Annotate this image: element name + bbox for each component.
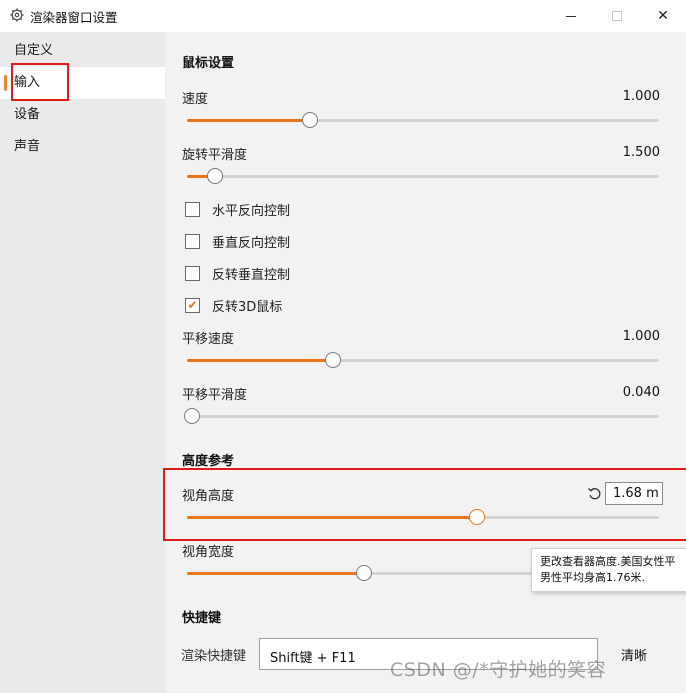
checkbox-label: 反转垂直控制 [212, 267, 291, 283]
pan-smooth-value: 0.040 [622, 385, 660, 400]
pan-smooth-slider[interactable] [183, 407, 659, 425]
tooltip: 更改查看器高度.美国女性平 男性平均身高1.76米. [531, 548, 686, 592]
slider-fill [187, 572, 364, 575]
close-icon: ✕ [657, 8, 669, 24]
sidebar-item-label: 自定义 [14, 43, 54, 58]
sidebar-item-label: 声音 [14, 139, 41, 154]
pan-speed-label: 平移速度 [182, 332, 235, 347]
eye-width-label: 视角宽度 [182, 545, 235, 560]
rotate-smooth-slider[interactable] [187, 167, 659, 185]
checkbox-box[interactable]: ✔ [185, 297, 200, 313]
slider-thumb[interactable] [183, 408, 200, 424]
pan-speed-value: 1.000 [622, 329, 660, 344]
slider-thumb[interactable] [356, 565, 372, 581]
watermark: CSDN @/*守护她的笑容 [390, 659, 607, 681]
close-button[interactable]: ✕ [640, 0, 686, 32]
window-title: 渲染器窗口设置 [30, 10, 118, 25]
pan-smooth-label: 平移平滑度 [182, 388, 248, 403]
speed-slider[interactable] [187, 111, 659, 129]
slider-track [187, 415, 659, 418]
checkbox-label: 水平反向控制 [212, 203, 291, 219]
checkbox-invert-vertical[interactable]: 反转垂直控制 [185, 263, 290, 283]
checkbox-box[interactable] [185, 233, 200, 249]
section-title-height-reference: 高度参考 [182, 454, 235, 469]
tooltip-line: 更改查看器高度.美国女性平 [540, 555, 676, 568]
section-title-mouse: 鼠标设置 [182, 56, 235, 71]
settings-panel: 鼠标设置 速度 1.000 旋转平滑度 1.500 水平反向控制 垂直反向控制 … [165, 32, 686, 693]
pan-speed-slider[interactable] [187, 351, 659, 369]
rotate-smooth-label: 旋转平滑度 [182, 148, 248, 163]
speed-value: 1.000 [622, 89, 660, 104]
checkbox-vertical-invert[interactable]: 垂直反向控制 [185, 231, 290, 251]
title-bar: 渲染器窗口设置 ✕ [0, 0, 686, 32]
slider-thumb[interactable] [207, 168, 224, 184]
checkbox-label: 反转3D鼠标 [212, 299, 283, 315]
slider-track [187, 175, 659, 178]
rotate-smooth-value: 1.500 [622, 145, 660, 160]
clear-button[interactable]: 清晰 [621, 645, 647, 664]
sidebar-item-sound[interactable]: 声音 [0, 131, 165, 163]
minimize-button[interactable] [548, 0, 594, 32]
maximize-icon [612, 11, 622, 21]
speed-label: 速度 [182, 92, 209, 107]
checkbox-horizontal-invert[interactable]: 水平反向控制 [185, 199, 290, 219]
active-indicator [4, 75, 7, 91]
maximize-button[interactable] [594, 0, 640, 32]
checkbox-box[interactable] [185, 265, 200, 281]
highlight-box-eye-height [163, 468, 686, 541]
sidebar-item-devices[interactable]: 设备 [0, 99, 165, 131]
slider-fill [187, 359, 334, 362]
tooltip-line: 男性平均身高1.76米. [540, 571, 645, 584]
checkbox-box[interactable] [185, 201, 200, 217]
highlight-box-sidebar [11, 63, 69, 101]
sidebar-item-label: 设备 [14, 107, 41, 122]
gear-icon [10, 8, 24, 22]
slider-thumb[interactable] [301, 112, 318, 128]
minimize-icon [566, 15, 576, 17]
slider-fill [187, 119, 310, 122]
slider-thumb[interactable] [325, 352, 342, 368]
render-shortcut-label: 渲染快捷键 [181, 649, 247, 664]
sidebar: 自定义 输入 设备 声音 [0, 32, 165, 693]
checkbox-invert-3d-mouse[interactable]: ✔ 反转3D鼠标 [185, 295, 282, 315]
section-title-shortcuts: 快捷键 [182, 611, 222, 626]
checkbox-label: 垂直反向控制 [212, 235, 291, 251]
